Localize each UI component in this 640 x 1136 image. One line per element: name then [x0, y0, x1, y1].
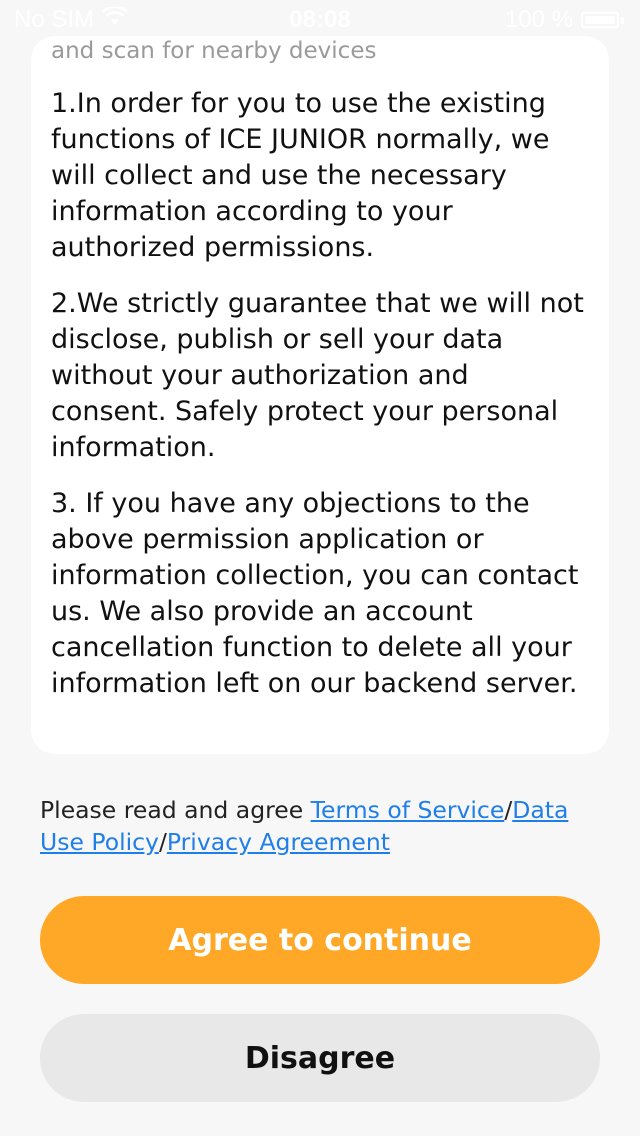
status-right: 100 %	[505, 6, 624, 34]
battery-icon	[581, 12, 619, 28]
agreement-prefix: Please read and agree	[40, 796, 311, 824]
privacy-consent-screen: No SIM 08:08 100 % and scan for nearby d…	[0, 0, 640, 1136]
terms-of-service-link[interactable]: Terms of Service	[311, 796, 505, 824]
paragraph-collection: 1.In order for you to use the existing f…	[51, 88, 550, 263]
paragraph-data-protection: 2.We strictly guarantee that we will not…	[51, 288, 584, 463]
battery-tip	[621, 16, 624, 24]
agreement-separator: /	[158, 828, 167, 856]
disagree-button[interactable]: Disagree	[40, 1014, 600, 1102]
paragraph-objections: 3. If you have any objections to the abo…	[51, 488, 579, 699]
battery-percent: 100 %	[504, 6, 573, 33]
scrolled-text-line: and scan for nearby devices	[51, 38, 377, 64]
agree-button[interactable]: Agree to continue	[40, 896, 600, 984]
permission-info-card[interactable]: and scan for nearby devices 1.In order f…	[31, 36, 609, 754]
status-bar: No SIM 08:08 100 %	[0, 0, 640, 40]
agreement-text: Please read and agree Terms of Service/D…	[40, 794, 605, 858]
privacy-agreement-link[interactable]: Privacy Agreement	[167, 828, 390, 856]
card-scroll-content: and scan for nearby devices 1.In order f…	[51, 38, 591, 722]
